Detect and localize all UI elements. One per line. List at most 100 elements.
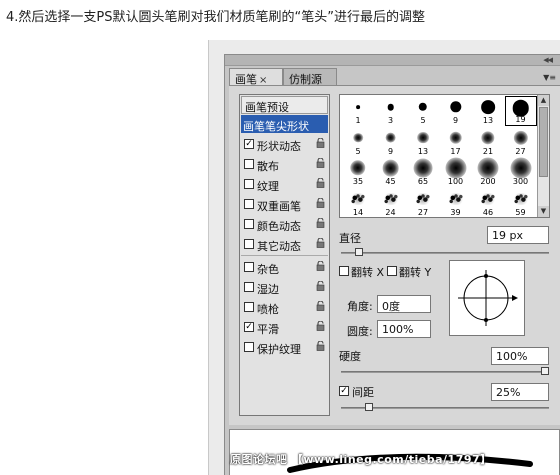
brush-option-checkbox[interactable] xyxy=(244,239,254,249)
brush-tip-size: 9 xyxy=(387,146,394,156)
brush-tip-cell[interactable]: 5 xyxy=(407,96,439,126)
lock-icon[interactable] xyxy=(316,238,325,248)
brush-tip-cell[interactable]: 9 xyxy=(375,127,407,157)
lock-icon[interactable] xyxy=(316,218,325,228)
brush-tip-cell[interactable]: 13 xyxy=(472,96,504,126)
brush-option-item[interactable]: ✓ 平滑 xyxy=(241,318,328,336)
brush-tip-cell[interactable]: 35 xyxy=(342,157,374,187)
spacing-slider-thumb[interactable] xyxy=(365,403,373,411)
roundness-input[interactable]: 100% xyxy=(377,320,431,338)
brush-option-item[interactable]: 喷枪 xyxy=(241,298,328,316)
tab-clone-source[interactable]: 仿制源 xyxy=(283,68,337,86)
tab-brushes[interactable]: 画笔 × xyxy=(229,68,283,86)
brush-option-checkbox[interactable] xyxy=(244,282,254,292)
collapse-icon[interactable]: ◀◀ xyxy=(543,57,553,64)
brush-option-item[interactable]: 散布 xyxy=(241,155,328,173)
brush-tip-cell[interactable]: 5 xyxy=(342,127,374,157)
brush-tip-cell[interactable]: 3 xyxy=(375,96,407,126)
hardness-input[interactable]: 100% xyxy=(491,347,549,365)
brush-tip-cell[interactable]: 45 xyxy=(375,157,407,187)
brush-option-item[interactable]: 颜色动态 xyxy=(241,215,328,233)
brush-option-item[interactable]: 湿边 xyxy=(241,278,328,296)
lock-icon[interactable] xyxy=(316,261,325,271)
brush-tip-size: 21 xyxy=(482,146,494,156)
brush-option-checkbox[interactable] xyxy=(244,199,254,209)
brush-option-label: 散布 xyxy=(257,160,279,173)
lock-icon[interactable] xyxy=(316,321,325,331)
brush-option-checkbox[interactable] xyxy=(244,159,254,169)
brush-tip-cell[interactable]: 65 xyxy=(407,157,439,187)
brush-tip-cell[interactable]: 300 xyxy=(505,157,537,187)
diameter-input[interactable]: 19 px xyxy=(487,226,549,244)
lock-icon[interactable] xyxy=(316,281,325,291)
brush-option-item[interactable]: ✓ 形状动态 xyxy=(241,135,328,153)
brush-tip-cell[interactable]: 17 xyxy=(440,127,472,157)
brush-tip-cell[interactable]: 200 xyxy=(472,157,504,187)
brush-option-item[interactable]: 保护纹理 xyxy=(241,338,328,356)
brush-option-checkbox[interactable]: ✓ xyxy=(244,139,254,149)
brush-option-item[interactable]: 其它动态 xyxy=(241,235,328,253)
brush-tip-cell[interactable]: 19 xyxy=(504,96,537,126)
brush-tip-cell[interactable]: 14 xyxy=(342,188,374,218)
brush-grid-scrollbar[interactable]: ▲ ▼ xyxy=(537,95,549,217)
brush-tip-swatch xyxy=(481,130,495,145)
angle-input[interactable]: 0度 xyxy=(377,295,431,313)
angle-roundness-widget[interactable] xyxy=(449,260,525,336)
brush-tip-grid: 1 3 5 9 13 19 5 9 13 17 21 27 35 45 65 100 200 300 14 24 27 3… xyxy=(339,94,550,218)
lock-icon[interactable] xyxy=(316,138,325,148)
panel-titlebar[interactable]: ◀◀ xyxy=(225,55,560,66)
page: 4.然后选择一支PS默认圆头笔刷对我们材质笔刷的“笔头”进行最后的调整 ◀◀ 画… xyxy=(0,0,560,475)
brush-tip-cell[interactable]: 9 xyxy=(440,96,472,126)
lock-icon[interactable] xyxy=(316,198,325,208)
brush-tip-swatch xyxy=(350,192,366,205)
brush-option-checkbox[interactable] xyxy=(244,219,254,229)
brush-tip-cell[interactable]: 1 xyxy=(342,96,374,126)
brush-tip-size: 24 xyxy=(385,207,396,217)
hardness-label: 硬度 xyxy=(339,350,361,363)
brush-option-item[interactable]: 纹理 xyxy=(241,175,328,193)
hardness-slider-thumb[interactable] xyxy=(541,367,549,375)
lock-icon[interactable] xyxy=(316,341,325,351)
brush-tip-cell[interactable]: 27 xyxy=(407,188,439,218)
brush-tip-swatch xyxy=(449,131,462,144)
brush-tip-cell[interactable]: 13 xyxy=(407,127,439,157)
brush-tip-cell[interactable]: 59 xyxy=(505,188,537,218)
brush-tip-cell[interactable]: 21 xyxy=(472,127,504,157)
brush-option-item[interactable]: 双重画笔 xyxy=(241,195,328,213)
brush-option-checkbox[interactable] xyxy=(244,179,254,189)
diameter-slider-thumb[interactable] xyxy=(355,248,363,256)
brush-presets-button[interactable]: 画笔预设 xyxy=(241,96,328,114)
brush-option-checkbox[interactable] xyxy=(244,342,254,352)
brush-tip-cell[interactable]: 100 xyxy=(440,157,472,187)
lock-icon[interactable] xyxy=(316,301,325,311)
lock-icon[interactable] xyxy=(316,178,325,188)
brush-option-checkbox[interactable]: ✓ xyxy=(244,322,254,332)
brush-tip-cell[interactable]: 46 xyxy=(472,188,504,218)
roundness-label: 圆度: xyxy=(347,325,373,338)
brush-option-checkbox[interactable] xyxy=(244,302,254,312)
brush-option-label: 画笔笔尖形状 xyxy=(243,120,309,133)
brush-tip-swatch xyxy=(480,192,496,205)
spacing-input[interactable]: 25% xyxy=(491,383,549,401)
scroll-down-icon[interactable]: ▼ xyxy=(538,206,549,217)
flip-x-checkbox[interactable] xyxy=(339,266,349,276)
brush-tip-size: 13 xyxy=(482,116,494,125)
brush-tip-cell[interactable]: 27 xyxy=(505,127,537,157)
panel-menu-icon[interactable]: ▼≡ xyxy=(543,73,556,82)
scroll-up-icon[interactable]: ▲ xyxy=(538,95,549,106)
watermark-text: 原图论坛吧 【www.lineg.com/tieba/1797】 xyxy=(230,453,492,466)
brush-option-label: 喷枪 xyxy=(257,303,279,316)
diameter-slider-track[interactable] xyxy=(341,252,549,254)
options-divider xyxy=(241,255,328,256)
brush-option-checkbox[interactable] xyxy=(244,262,254,272)
flip-y-checkbox[interactable] xyxy=(387,266,397,276)
brush-tip-cell[interactable]: 39 xyxy=(440,188,472,218)
brush-tip-cell[interactable]: 24 xyxy=(375,188,407,218)
scroll-thumb[interactable] xyxy=(539,107,548,177)
brush-option-item[interactable]: 画笔笔尖形状 xyxy=(241,115,328,133)
spacing-checkbox[interactable]: ✓ xyxy=(339,386,349,396)
diameter-label: 直径 xyxy=(339,232,361,245)
lock-icon[interactable] xyxy=(316,158,325,168)
brush-option-item[interactable]: 杂色 xyxy=(241,258,328,276)
hardness-slider-track[interactable] xyxy=(341,371,549,373)
